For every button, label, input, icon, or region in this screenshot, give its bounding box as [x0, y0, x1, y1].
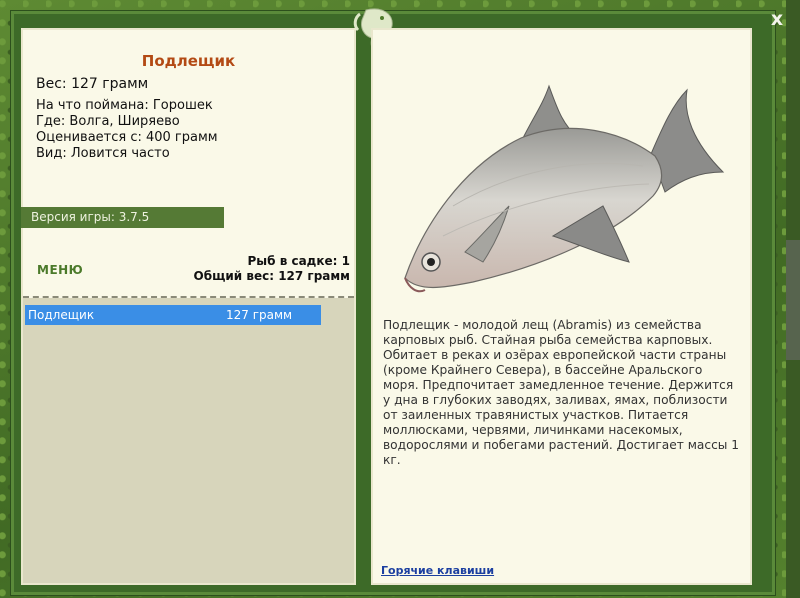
fish-title: Подлещик: [141, 52, 236, 70]
divider: [23, 296, 354, 298]
fish-location: Где: Волга, Ширяево: [36, 114, 180, 129]
version-bar: Версия игры: 3.7.5: [21, 207, 224, 228]
hotkeys-link[interactable]: Горячие клавиши: [381, 564, 494, 577]
fish-detail-panel: Подлещик - молодой лещ (Abramis) из семе…: [371, 28, 752, 585]
bream-fish-image: [404, 84, 725, 293]
fish-value: Оценивается с: 400 грамм: [36, 130, 218, 145]
fish-frequency: Вид: Ловится часто: [36, 146, 170, 161]
window-edge: [786, 0, 800, 598]
fish-bait: На что поймана: Горошек: [36, 98, 213, 113]
fish-count: Рыб в садке: 1: [247, 254, 351, 268]
fish-weight: Вес: 127 грамм: [36, 76, 149, 92]
close-button[interactable]: x: [768, 8, 786, 30]
list-item-name: Подлещик: [28, 308, 95, 322]
total-weight: Общий вес: 127 грамм: [193, 269, 350, 283]
catch-stats: Рыб в садке: 1 Общий вес: 127 грамм: [194, 254, 350, 284]
fish-description: Подлещик - молодой лещ (Abramis) из семе…: [383, 318, 740, 467]
catch-panel: Подлещик Вес: 127 грамм На что поймана: …: [21, 28, 356, 585]
list-item[interactable]: Подлещик 127 грамм: [25, 305, 321, 325]
menu-button[interactable]: МЕНЮ: [37, 263, 83, 277]
fish-info-box: Подлещик Вес: 127 грамм На что поймана: …: [21, 30, 354, 298]
list-item-weight: 127 грамм: [226, 308, 293, 322]
